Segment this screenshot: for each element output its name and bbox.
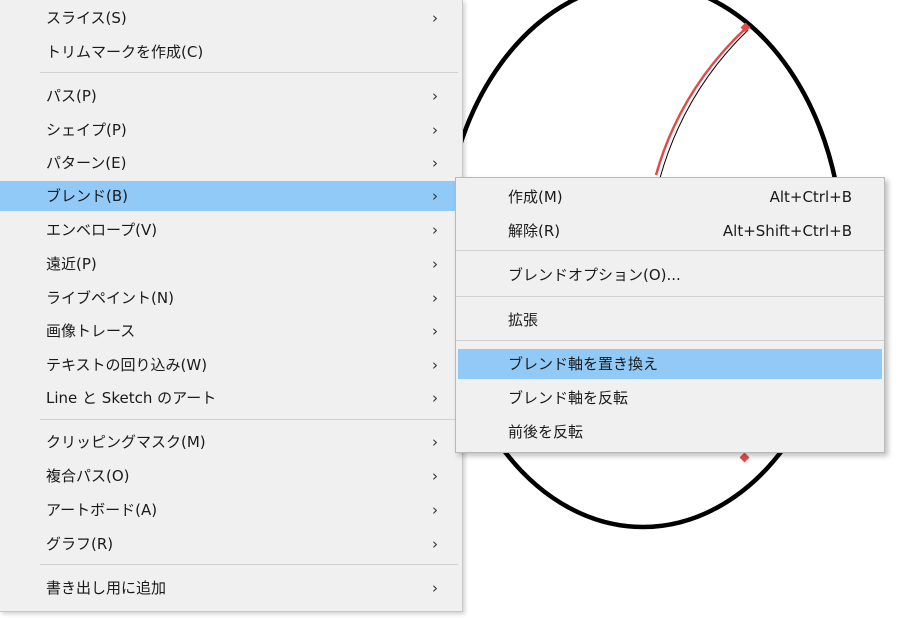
menu-separator <box>40 419 458 420</box>
menu-item-label: パス(P) <box>46 87 97 105</box>
menu-item-label: 複合パス(O) <box>46 467 130 485</box>
submenu-item-reverse-spine[interactable]: ブレンド軸を反転 <box>458 383 882 413</box>
menu-item-label: 書き出し用に追加 <box>46 579 167 597</box>
menu-item-perspective[interactable]: 遠近(P) › <box>0 249 462 279</box>
menu-item-image-trace[interactable]: 画像トレース › <box>0 316 462 346</box>
menu-separator <box>40 72 458 73</box>
chevron-right-icon: › <box>432 535 438 553</box>
chevron-right-icon: › <box>432 389 438 407</box>
menu-item-label: トリムマークを作成(C) <box>46 43 204 61</box>
submenu-item-make[interactable]: 作成(M) Alt+Ctrl+B <box>458 182 882 212</box>
menu-item-label: ブレンド軸を置き換え <box>508 355 659 373</box>
menu-item-label: 作成(M) <box>508 188 563 206</box>
chevron-right-icon: › <box>432 467 438 485</box>
menu-separator <box>456 340 884 341</box>
chevron-right-icon: › <box>432 289 438 307</box>
menu-item-label: 解除(R) <box>508 222 561 240</box>
submenu-item-blend-options[interactable]: ブレンドオプション(O)... <box>458 260 882 290</box>
menu-shortcut: Alt+Shift+Ctrl+B <box>722 222 852 240</box>
blend-submenu: 作成(M) Alt+Ctrl+B 解除(R) Alt+Shift+Ctrl+B … <box>455 177 885 453</box>
submenu-item-reverse-front-to-back[interactable]: 前後を反転 <box>458 417 882 447</box>
chevron-right-icon: › <box>432 9 438 27</box>
menu-item-label: ブレンド(B) <box>46 187 128 205</box>
menu-item-label: 遠近(P) <box>46 255 97 273</box>
menu-item-blend[interactable]: ブレンド(B) › <box>0 181 462 211</box>
menu-item-label: エンベロープ(V) <box>46 221 158 239</box>
submenu-item-release[interactable]: 解除(R) Alt+Shift+Ctrl+B <box>458 216 882 246</box>
menu-item-live-paint[interactable]: ライブペイント(N) › <box>0 283 462 313</box>
menu-item-line-sketch-art[interactable]: Line と Sketch のアート › <box>0 383 462 413</box>
blend-spine-path[interactable] <box>654 27 747 176</box>
chevron-right-icon: › <box>432 501 438 519</box>
menu-separator <box>456 250 884 251</box>
submenu-item-expand[interactable]: 拡張 <box>458 305 882 335</box>
menu-item-label: 前後を反転 <box>508 423 584 441</box>
menu-item-label: 拡張 <box>508 311 539 329</box>
object-menu: スライス(S) › トリムマークを作成(C) パス(P) › シェイプ(P) ›… <box>0 0 463 612</box>
submenu-item-replace-spine[interactable]: ブレンド軸を置き換え <box>458 349 882 379</box>
menu-item-pattern[interactable]: パターン(E) › <box>0 148 462 178</box>
chevron-right-icon: › <box>432 322 438 340</box>
chevron-right-icon: › <box>432 579 438 597</box>
menu-item-compound-path[interactable]: 複合パス(O) › <box>0 461 462 491</box>
chevron-right-icon: › <box>432 121 438 139</box>
chevron-right-icon: › <box>432 255 438 273</box>
chevron-right-icon: › <box>432 154 438 172</box>
chevron-right-icon: › <box>432 187 438 205</box>
chevron-right-icon: › <box>432 87 438 105</box>
anchor-point-bottom[interactable] <box>739 452 750 463</box>
menu-item-label: パターン(E) <box>46 154 127 172</box>
chevron-right-icon: › <box>432 356 438 374</box>
menu-item-label: テキストの回り込み(W) <box>46 356 208 374</box>
menu-separator <box>456 296 884 297</box>
menu-shortcut: Alt+Ctrl+B <box>769 188 852 206</box>
chevron-right-icon: › <box>432 221 438 239</box>
menu-item-label: ブレンドオプション(O)... <box>508 266 681 284</box>
menu-item-artboards[interactable]: アートボード(A) › <box>0 495 462 525</box>
menu-item-label: スライス(S) <box>46 9 127 27</box>
menu-item-label: ライブペイント(N) <box>46 289 174 307</box>
menu-item-shape[interactable]: シェイプ(P) › <box>0 115 462 145</box>
menu-item-label: アートボード(A) <box>46 501 158 519</box>
menu-item-label: 画像トレース <box>46 322 136 340</box>
menu-item-clipping-mask[interactable]: クリッピングマスク(M) › <box>0 427 462 457</box>
menu-item-slice[interactable]: スライス(S) › <box>0 3 462 33</box>
menu-item-label: クリッピングマスク(M) <box>46 433 206 451</box>
menu-item-path[interactable]: パス(P) › <box>0 81 462 111</box>
blend-spine-outline <box>659 29 749 179</box>
menu-item-graph[interactable]: グラフ(R) › <box>0 529 462 559</box>
menu-item-envelope[interactable]: エンベロープ(V) › <box>0 215 462 245</box>
chevron-right-icon: › <box>432 433 438 451</box>
menu-item-label: グラフ(R) <box>46 535 114 553</box>
menu-item-label: Line と Sketch のアート <box>46 389 217 407</box>
menu-item-add-for-export[interactable]: 書き出し用に追加 › <box>0 573 462 603</box>
menu-separator <box>40 564 458 565</box>
menu-item-text-wrap[interactable]: テキストの回り込み(W) › <box>0 350 462 380</box>
menu-item-label: ブレンド軸を反転 <box>508 389 629 407</box>
menu-item-label: シェイプ(P) <box>46 121 127 139</box>
menu-item-create-trim-marks[interactable]: トリムマークを作成(C) <box>0 37 462 67</box>
